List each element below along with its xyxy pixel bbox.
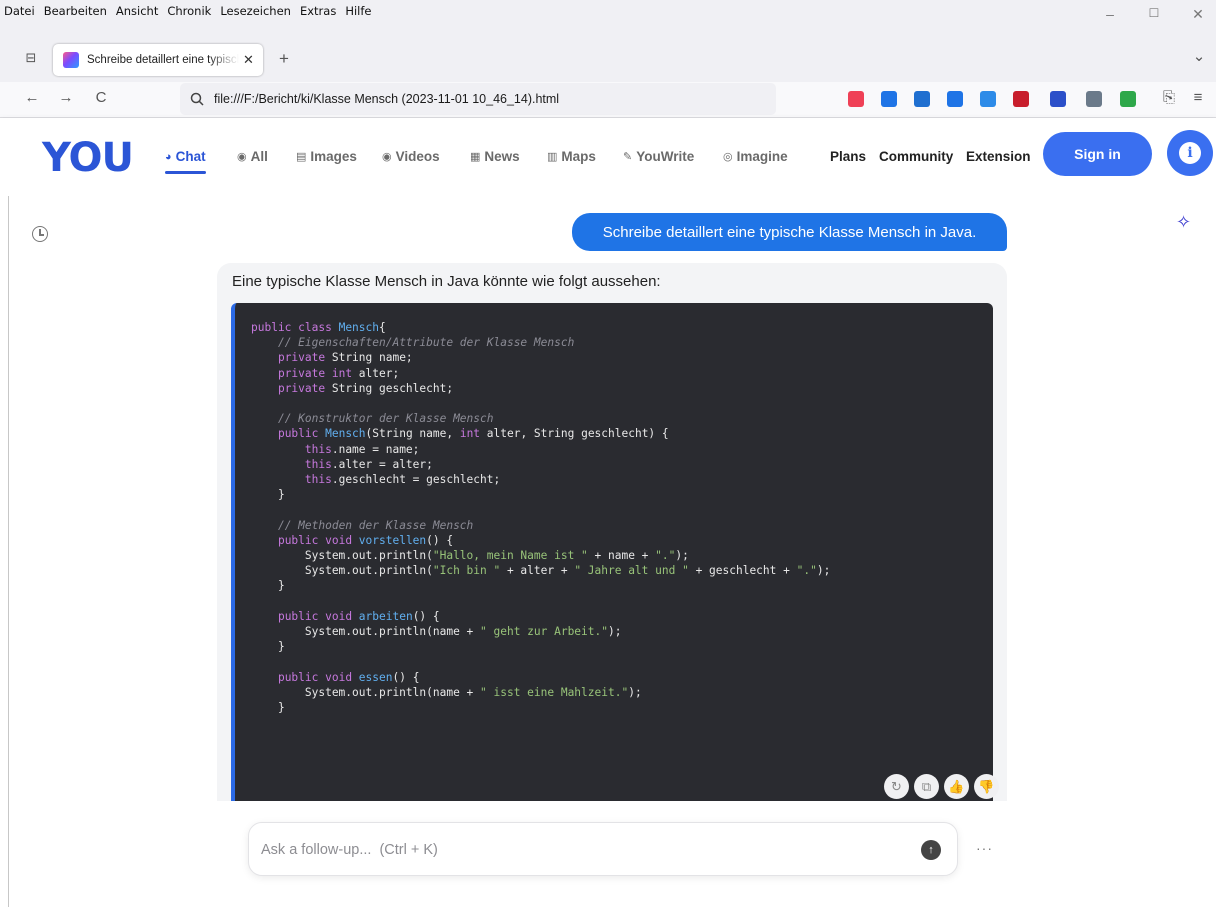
- plans-link[interactable]: Plans: [830, 149, 866, 164]
- nav-imagine-label: Imagine: [736, 149, 788, 164]
- url-text: file:///F:/Bericht/ki/Klasse Mensch (202…: [214, 92, 560, 106]
- left-divider: [8, 196, 9, 907]
- nav-maps[interactable]: ▥ Maps: [547, 149, 596, 164]
- menu-lesezeichen[interactable]: Lesezeichen: [220, 4, 291, 18]
- maximize-button[interactable]: ☐: [1142, 6, 1166, 20]
- nav-youwrite-label: YouWrite: [636, 149, 695, 164]
- forward-button[interactable]: →: [55, 89, 77, 106]
- menu-extras[interactable]: Extras: [300, 4, 336, 18]
- you-favicon-icon: [63, 52, 79, 68]
- thumbs-down-icon[interactable]: 👎: [974, 774, 999, 799]
- reload-button[interactable]: C: [90, 89, 112, 106]
- nav-maps-label: Maps: [561, 149, 596, 164]
- ext-download2-icon[interactable]: [1086, 91, 1102, 107]
- nav-videos[interactable]: ◉ Videos: [382, 149, 440, 164]
- search-icon: [190, 92, 204, 106]
- window-menubar: Datei Bearbeiten Ansicht Chronik Lesezei…: [0, 0, 1216, 36]
- nav-images[interactable]: ▤ Images: [296, 149, 357, 164]
- nav-imagine[interactable]: ◎ Imagine: [723, 149, 788, 164]
- sign-in-button[interactable]: Sign in: [1043, 132, 1152, 176]
- code-block: public class Mensch{ // Eigenschaften/At…: [231, 303, 993, 801]
- answer-actions: ↻ ⧉ 👍 👎: [884, 774, 999, 799]
- close-window-button[interactable]: ✕: [1186, 6, 1210, 23]
- images-icon: ▤: [296, 151, 307, 163]
- history-clock-icon[interactable]: [32, 226, 48, 242]
- follow-up-input[interactable]: [261, 838, 901, 862]
- more-options-icon[interactable]: ···: [976, 840, 993, 856]
- site-header: YOU ◕ Chat ◉ All ▤ Images ◉ Videos ▦ News ▥ Maps ✎ Yo…: [0, 118, 1216, 196]
- ext-red-icon[interactable]: [1013, 91, 1029, 107]
- menu-ansicht[interactable]: Ansicht: [116, 4, 158, 18]
- tab-title: Schreibe detaillert eine typische Klasse…: [87, 54, 239, 66]
- menu-hilfe[interactable]: Hilfe: [345, 4, 371, 18]
- ext-m-icon[interactable]: [1050, 91, 1066, 107]
- back-button[interactable]: ←: [21, 89, 43, 106]
- info-icon: i: [1179, 142, 1201, 164]
- nav-all-label: All: [250, 149, 268, 164]
- regenerate-icon[interactable]: ↻: [884, 774, 909, 799]
- avatar[interactable]: i: [1167, 130, 1213, 176]
- navigation-toolbar: ← → C file:///F:/Bericht/ki/Klasse Mensc…: [0, 82, 1216, 118]
- videos-icon: ◉: [382, 151, 392, 163]
- follow-up-box: ↑: [248, 822, 958, 876]
- nav-chat[interactable]: ◕ Chat: [165, 149, 206, 174]
- minimize-button[interactable]: –: [1098, 6, 1122, 22]
- chat-icon: ◕: [165, 150, 172, 163]
- extension-link[interactable]: Extension: [966, 149, 1031, 164]
- nav-youwrite[interactable]: ✎ YouWrite: [623, 149, 694, 164]
- news-icon: ▦: [470, 151, 481, 163]
- extensions-puzzle-icon[interactable]: ⎘: [1158, 89, 1180, 106]
- tab-list-chevron-icon[interactable]: ⌄: [1188, 47, 1210, 65]
- address-bar[interactable]: file:///F:/Bericht/ki/Klasse Mensch (202…: [180, 83, 776, 115]
- pocket-icon[interactable]: [848, 91, 864, 107]
- nav-chat-label: Chat: [175, 149, 206, 164]
- send-button[interactable]: ↑: [921, 840, 941, 860]
- nav-images-label: Images: [310, 149, 357, 164]
- browser-tab[interactable]: Schreibe detaillert eine typische Klasse…: [53, 44, 263, 76]
- menu-bearbeiten[interactable]: Bearbeiten: [44, 4, 107, 18]
- you-logo[interactable]: YOU: [42, 135, 134, 181]
- imagine-icon: ◎: [723, 151, 733, 163]
- thumbs-up-icon[interactable]: 👍: [944, 774, 969, 799]
- ext-badge-icon[interactable]: [914, 91, 930, 107]
- nav-news-label: News: [484, 149, 520, 164]
- user-message-bubble: Schreibe detaillert eine typische Klasse…: [572, 213, 1007, 251]
- nav-all[interactable]: ◉ All: [237, 149, 268, 164]
- nav-videos-label: Videos: [395, 149, 440, 164]
- ext-s-icon[interactable]: [947, 91, 963, 107]
- download-icon[interactable]: [881, 91, 897, 107]
- tab-bar: ⊟ Schreibe detaillert eine typische Klas…: [0, 36, 1216, 82]
- youwrite-icon: ✎: [623, 151, 633, 163]
- ext-green-icon[interactable]: [1120, 91, 1136, 107]
- maps-icon: ▥: [547, 151, 558, 163]
- menu-chronik[interactable]: Chronik: [167, 4, 211, 18]
- app-menu-icon[interactable]: ≡: [1187, 89, 1209, 106]
- code-text: public class Mensch{ // Eigenschaften/At…: [251, 321, 831, 715]
- assistant-answer: Eine typische Klasse Mensch in Java könn…: [217, 263, 1007, 801]
- tab-overview-icon[interactable]: ⊟: [20, 50, 42, 66]
- copy-icon[interactable]: ⧉: [914, 774, 939, 799]
- nav-news[interactable]: ▦ News: [470, 149, 520, 164]
- answer-intro: Eine typische Klasse Mensch in Java könn…: [232, 273, 661, 290]
- chat-page: ✧ Schreibe detaillert eine typische Klas…: [0, 196, 1216, 907]
- menu-datei[interactable]: Datei: [4, 4, 35, 18]
- community-link[interactable]: Community: [879, 149, 953, 164]
- menu-list: Datei Bearbeiten Ansicht Chronik Lesezei…: [4, 4, 372, 18]
- ext-puzzle-icon[interactable]: [980, 91, 996, 107]
- new-tab-button[interactable]: +: [273, 49, 295, 69]
- tab-close-icon[interactable]: ✕: [243, 52, 254, 68]
- sparkle-icon[interactable]: ✧: [1176, 212, 1191, 233]
- all-icon: ◉: [237, 151, 247, 163]
